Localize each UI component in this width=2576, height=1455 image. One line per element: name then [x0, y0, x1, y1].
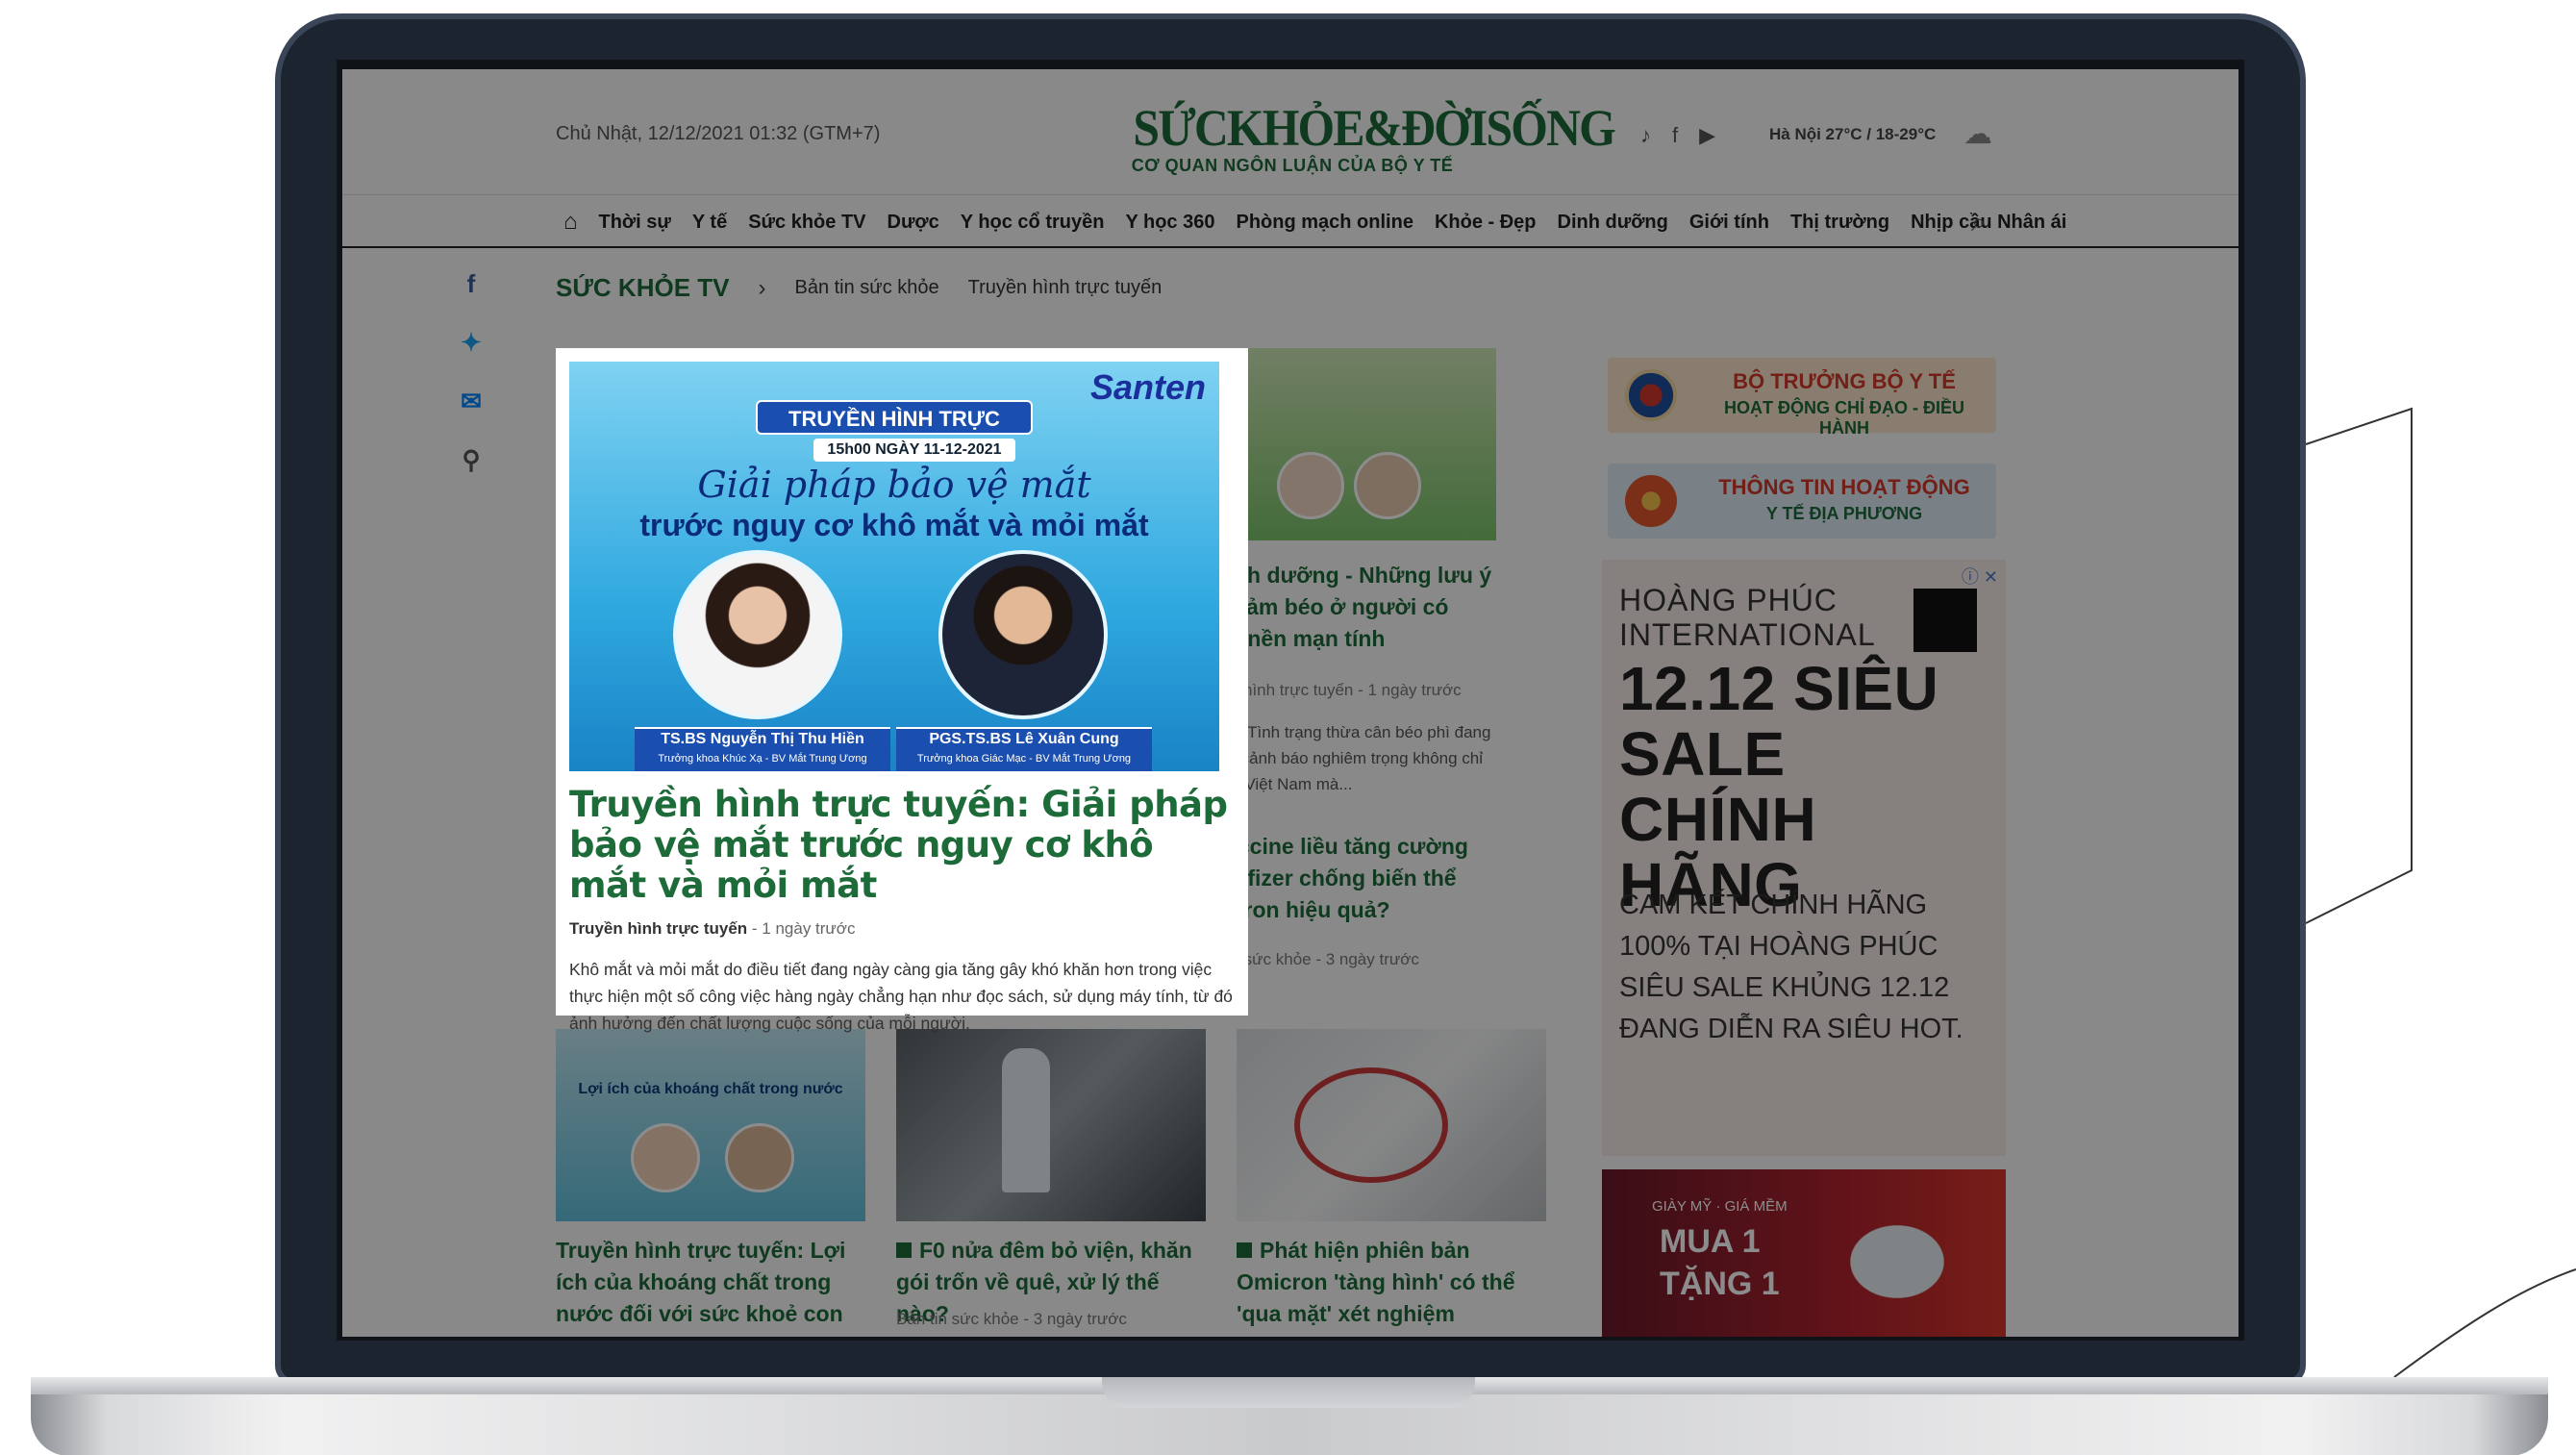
logo-tagline: CƠ QUAN NGÔN LUẬN CỦA BỘ Y TẾ	[1131, 156, 1454, 175]
nav-item-y-hoc-360[interactable]: Y học 360	[1125, 212, 1214, 234]
site-logo[interactable]: SỨCKHỎE&ĐỜISỐNG CƠ QUAN NGÔN LUẬN CỦA BỘ…	[1119, 99, 1616, 176]
featured-title[interactable]: Truyền hình trực tuyến: Giải pháp bảo vệ…	[569, 785, 1235, 906]
messenger-share-icon[interactable]: ✉	[461, 387, 482, 416]
tiktok-icon[interactable]: ♪	[1640, 123, 1651, 148]
doctor-left-name: TS.BS Nguyễn Thị Thu Hiền	[661, 731, 864, 747]
ad-logo	[1913, 589, 1977, 652]
ad-body: CAM KẾT CHÍNH HÃNG 100% TẠI HOÀNG PHÚC S…	[1619, 890, 1963, 1044]
doctor-right-label: PGS.TS.BS Lê Xuân Cung Trưởng khoa Giác …	[896, 727, 1152, 771]
banner-local-health[interactable]: THÔNG TIN HOẠT ĐỘNG Y TẾ ĐỊA PHƯƠNG	[1608, 464, 1996, 539]
nav-item-duoc[interactable]: Dược	[888, 212, 939, 234]
article-thumb-hospital[interactable]	[896, 1029, 1206, 1221]
santen-logo: Santen	[1089, 367, 1206, 407]
header-date: Chủ Nhật, 12/12/2021 01:32 (GTM+7)	[556, 123, 881, 144]
ad-headline: 12.12 SIÊU SALE CHÍNH HÃNG	[1619, 654, 1939, 919]
ad2-get-one: TẶNG 1	[1660, 1266, 1780, 1302]
copy-link-icon[interactable]: ⚲	[462, 445, 480, 475]
share-sidebar: f ✦ ✉ ⚲	[450, 252, 492, 475]
youtube-icon[interactable]: ▶	[1699, 123, 1715, 148]
live-tag: TRUYỀN HÌNH TRỰC TUYẾN	[756, 400, 1033, 465]
advertisement-shoes[interactable]: GIÀY MỸ · GIÁ MỀM MUA 1 TẶNG 1	[1602, 1169, 2006, 1337]
banner-local-title: THÔNG TIN HOẠT ĐỘNG	[1718, 475, 1970, 499]
shoe-image	[1815, 1198, 1979, 1304]
banner-local-subtitle: Y TẾ ĐỊA PHƯƠNG	[1765, 504, 1923, 523]
video-icon	[1237, 1242, 1252, 1258]
search-icon[interactable]: ⌕	[1971, 207, 1987, 238]
advertisement-hoang-phuc[interactable]: ⓘ ✕ HOÀNG PHÚC INTERNATIONAL 12.12 SIÊU …	[1602, 560, 2006, 1156]
breadcrumb-section[interactable]: SỨC KHỎE TV	[556, 273, 729, 303]
facebook-share-icon[interactable]: f	[467, 269, 476, 299]
nav-item-gioi-tinh[interactable]: Giới tính	[1689, 212, 1769, 234]
weather-text: Hà Nội 27°C / 18-29°C	[1769, 125, 1937, 143]
image-headline-1: Giải pháp bảo vệ mắt	[697, 464, 1091, 506]
article-title-minerals[interactable]: Truyền hình trực tuyến: Lợi ích của khoá…	[556, 1235, 865, 1330]
nav-items: ⌂ Thời sự Y tế Sức khỏe TV Dược Y học cổ…	[563, 209, 2066, 236]
article-meta-hospital: Bản tin sức khỏe - 3 ngày trước	[896, 1310, 1127, 1328]
breadcrumb: SỨC KHỎE TV › Bản tin sức khỏe Truyền hì…	[556, 273, 1162, 303]
doctor-left-label: TS.BS Nguyễn Thị Thu Hiền Trưởng khoa Kh…	[635, 727, 890, 771]
browser-screen: Chủ Nhật, 12/12/2021 01:32 (GTM+7) SỨCKH…	[342, 69, 2238, 1337]
nav-item-suc-khoe-tv[interactable]: Sức khỏe TV	[748, 212, 865, 234]
chevron-right-icon: ›	[758, 274, 766, 301]
facebook-icon[interactable]: f	[1672, 123, 1678, 148]
featured-meta: Truyền hình trực tuyến - 1 ngày trước	[569, 919, 1235, 939]
featured-article-card[interactable]: Santen TRUYỀN HÌNH TRỰC TUYẾN 15h00 NGÀY…	[556, 348, 1248, 1033]
nav-item-phong-mach-online[interactable]: Phòng mạch online	[1236, 212, 1413, 234]
article-thumb-minerals[interactable]: Lợi ích của khoáng chất trong nước	[556, 1029, 865, 1221]
nav-item-thoi-su[interactable]: Thời sự	[599, 212, 671, 234]
doctor-right-avatar	[938, 550, 1108, 719]
twitter-share-icon[interactable]: ✦	[461, 328, 482, 358]
thumb-minerals-caption: Lợi ích của khoáng chất trong nước	[578, 1081, 843, 1097]
nav-item-y-hoc-co-truyen[interactable]: Y học cổ truyền	[961, 212, 1105, 234]
nav-item-dinh-duong[interactable]: Dinh dưỡng	[1558, 212, 1668, 234]
ad2-tagline: GIÀY MỸ · GIÁ MỀM	[1652, 1198, 1788, 1215]
featured-description: Khô mắt và mỏi mắt do điều tiết đang ngà…	[569, 960, 1233, 1033]
live-date: 15h00 NGÀY 11-12-2021	[813, 439, 1015, 462]
doctor-right-role: Trưởng khoa Giác Mạc - BV Mắt Trung Ương	[916, 753, 1132, 765]
ad2-buy-one: MUA 1	[1660, 1223, 1761, 1260]
doctor-left-role: Trưởng khoa Khúc Xạ - BV Mắt Trung Ương	[658, 753, 867, 765]
laptop-notch	[1102, 1377, 1475, 1408]
main-nav: ⌂ Thời sự Y tế Sức khỏe TV Dược Y học cổ…	[342, 194, 2238, 248]
doctor-left-avatar	[673, 550, 842, 719]
featured-time: - 1 ngày trước	[747, 919, 856, 938]
social-links: ♪ f ▶	[1640, 123, 1715, 148]
vietnam-map-icon	[1625, 475, 1677, 527]
stage: Chủ Nhật, 12/12/2021 01:32 (GTM+7) SỨCKH…	[0, 0, 2576, 1455]
nav-item-khoe-dep[interactable]: Khỏe - Đẹp	[1435, 212, 1537, 234]
featured-image[interactable]: Santen TRUYỀN HÌNH TRỰC TUYẾN 15h00 NGÀY…	[569, 362, 1219, 771]
health-ministry-emblem-icon	[1625, 369, 1677, 421]
site-header: Chủ Nhật, 12/12/2021 01:32 (GTM+7) SỨCKH…	[342, 69, 2238, 194]
featured-category[interactable]: Truyền hình trực tuyến	[569, 919, 747, 938]
banner-minister-subtitle: HOẠT ĐỘNG CHỈ ĐẠO - ĐIỀU HÀNH	[1724, 398, 1964, 438]
breadcrumb-sub-1[interactable]: Bản tin sức khỏe	[794, 277, 938, 299]
home-icon[interactable]: ⌂	[563, 209, 578, 236]
banner-minister[interactable]: BỘ TRƯỞNG BỘ Y TẾ HOẠT ĐỘNG CHỈ ĐẠO - ĐI…	[1608, 358, 1996, 438]
laptop-base	[31, 1377, 2548, 1455]
logo-wordmark: SỨCKHỎE&ĐỜISỐNG	[1133, 99, 1615, 157]
nav-item-thi-truong[interactable]: Thị trường	[1790, 212, 1889, 234]
nav-item-nhip-cau-nhan-ai[interactable]: Nhịp cầu Nhân ái	[1911, 212, 2066, 234]
image-headline-2: trước nguy cơ khô mắt và mỏi mắt	[639, 508, 1149, 542]
weather-icon: ☁	[1963, 118, 1992, 150]
article-title-omicron[interactable]: Phát hiện phiên bản Omicron 'tàng hình' …	[1237, 1235, 1546, 1330]
video-icon	[896, 1242, 912, 1258]
doctor-right-name: PGS.TS.BS Lê Xuân Cung	[929, 731, 1119, 747]
article-thumb-omicron[interactable]	[1237, 1029, 1546, 1221]
screen-bezel: Chủ Nhật, 12/12/2021 01:32 (GTM+7) SỨCKH…	[337, 60, 2244, 1341]
banner-minister-title: BỘ TRƯỞNG BỘ Y TẾ	[1733, 369, 1956, 393]
nav-item-y-te[interactable]: Y tế	[692, 212, 727, 234]
laptop-lid: Chủ Nhật, 12/12/2021 01:32 (GTM+7) SỨCKH…	[275, 13, 2306, 1385]
breadcrumb-sub-2[interactable]: Truyền hình trực tuyến	[968, 277, 1163, 299]
